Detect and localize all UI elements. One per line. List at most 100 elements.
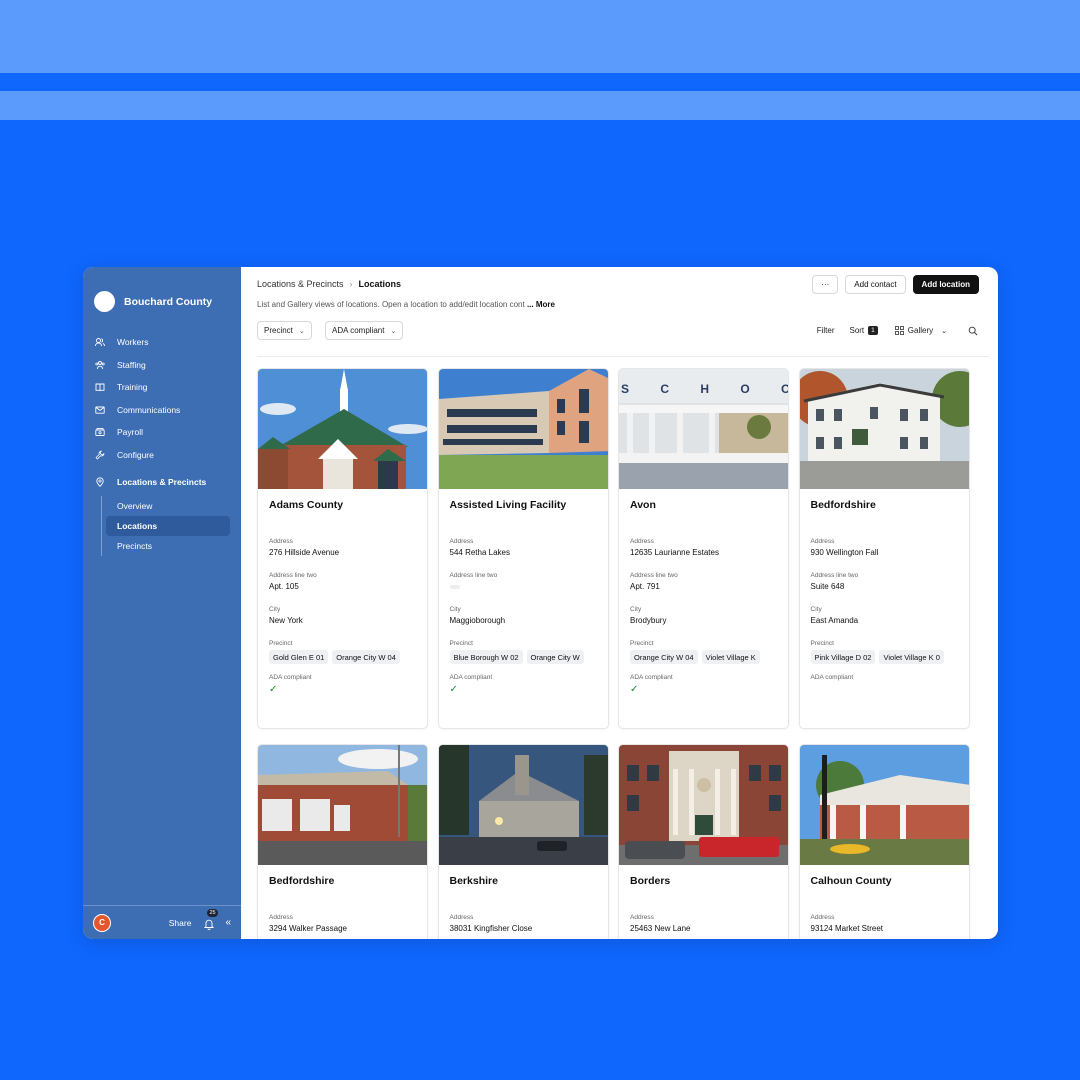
field-label: Address [810,538,835,545]
field-label: ADA compliant [810,674,854,681]
fire-station-photo [258,745,427,865]
background-band-second [0,91,1080,120]
address-value: 276 Hillside Avenue [269,548,340,557]
notification-count-badge: 25 [207,908,218,917]
field-label: Precinct [269,640,293,647]
more-link[interactable]: ... More [527,300,555,309]
add-location-button[interactable]: Add location [912,275,979,294]
precinct-filter-dropdown[interactable]: Precinct ⌄ [257,321,312,340]
search-icon[interactable] [968,326,978,336]
field-label: Address [810,914,835,921]
sidebar: Bouchard County Workers Staffing Trainin… [83,267,241,939]
wrench-icon [95,450,105,460]
sidebar-item-staffing[interactable]: Staffing [83,354,241,377]
ada-empty [811,684,958,696]
book-icon [95,383,105,392]
location-card[interactable]: Berkshire Address 38031 Kingfisher Close [437,744,609,939]
sidebar-subnav: Overview Locations Precincts [101,496,241,556]
precinct-tags: Blue Borough W 02 Orange City W [449,650,597,674]
city-value: East Amanda [810,616,859,625]
location-name: Borders [630,875,671,887]
care-facility-photo [799,745,969,865]
sidebar-item-workers[interactable]: Workers [83,331,241,354]
check-icon: ✓ [630,684,639,695]
school-sign-text: S C H O O L [621,382,789,396]
sidebar-item-overview[interactable]: Overview [106,496,230,516]
card-body: Bedfordshire Address 3294 Walker Passage [258,865,427,939]
sidebar-group-label: Locations & Precincts [117,477,207,487]
field-label: Address [630,914,654,921]
more-options-button[interactable]: ··· [812,275,839,294]
facility-building-photo [438,369,608,489]
brick-building-photo [619,745,788,865]
address-value: 3294 Walker Passage [269,924,347,933]
org-logo [94,291,115,312]
city-value: Brodybury [630,616,667,625]
location-card[interactable]: Borders Address 25463 New Lane [618,744,789,939]
location-card[interactable]: Calhoun County Address 93124 Market Stre… [798,744,970,939]
location-name: Assisted Living Facility [449,499,567,511]
money-icon [95,428,105,437]
sidebar-item-locations[interactable]: Locations [106,516,230,536]
precinct-tag: Blue Borough W 02 [449,650,523,664]
empty-value-placeholder [449,585,460,589]
page-description: List and Gallery views of locations. Ope… [257,300,555,309]
filter-button[interactable]: Filter [817,326,835,335]
sidebar-item-label: Configure [117,449,154,460]
sidebar-item-payroll[interactable]: Payroll [83,421,241,444]
sidebar-group-locations-precincts[interactable]: Locations & Precincts [83,470,241,494]
field-label: Precinct [630,640,654,647]
location-card[interactable]: Assisted Living Facility Address 544 Ret… [437,368,609,729]
chevron-down-icon: ⌄ [390,327,397,335]
location-name: Bedfordshire [810,499,876,511]
sidebar-nav: Workers Staffing Training Communications… [83,331,241,556]
location-name: Calhoun County [810,875,892,887]
grid-icon [894,326,904,335]
field-label: ADA compliant [269,674,312,681]
precinct-tags: Orange City W 04 Violet Village K [630,650,777,674]
field-label: Precinct [810,640,834,647]
add-contact-button[interactable]: Add contact [845,275,906,294]
chevron-down-icon: ⌄ [298,327,305,335]
view-switcher[interactable]: Gallery ⌄ [894,326,947,335]
precinct-tag: Gold Glen E 01 [269,650,329,664]
ada-filter-dropdown[interactable]: ADA compliant ⌄ [325,321,404,340]
location-name: Avon [630,499,656,511]
city-value: New York [269,616,303,625]
field-label: Address [269,914,293,921]
sidebar-item-training[interactable]: Training [83,376,241,399]
share-button[interactable]: Share [169,918,192,928]
sort-button[interactable]: Sort 1 [849,326,878,335]
location-name: Berkshire [449,875,498,887]
field-label: ADA compliant [630,674,673,681]
breadcrumb-current: Locations [358,279,402,289]
precinct-tag: Violet Village K 0 [879,650,944,664]
avatar[interactable]: C [93,913,111,932]
chevron-down-icon: ⌄ [941,327,947,335]
dropdown-label: Precinct [264,326,293,335]
location-card[interactable]: S C H O O L Avon Address 12635 Laurianne… [618,368,789,729]
notifications-button[interactable]: 25 [203,908,218,930]
card-body: Borders Address 25463 New Lane [619,865,788,939]
address2-value [449,582,597,606]
location-card[interactable]: Bedfordshire Address 3294 Walker Passage [257,744,428,939]
location-card[interactable]: Bedfordshire Address 930 Wellington Fall… [798,368,970,729]
sidebar-item-label: Training [117,382,148,393]
sidebar-item-communications[interactable]: Communications [83,399,241,422]
city-value: Maggioborough [449,616,506,625]
collapse-sidebar-icon[interactable]: « [225,917,231,928]
org-header[interactable]: Bouchard County [83,267,241,312]
field-label: City [269,606,281,613]
location-card[interactable]: Adams County Address 276 Hillside Avenue… [257,368,428,729]
team-icon [95,360,105,369]
view-label: Gallery [907,326,934,335]
sidebar-footer: C Share 25 « [83,905,241,939]
org-name: Bouchard County [124,295,213,308]
breadcrumb-parent[interactable]: Locations & Precincts [257,279,344,289]
field-label: City [449,606,461,613]
sidebar-item-configure[interactable]: Configure [83,444,241,467]
address-value: 25463 New Lane [630,924,691,933]
precinct-tags: Gold Glen E 01 Orange City W 04 [269,650,416,674]
sidebar-item-precincts[interactable]: Precincts [106,536,230,556]
background-band-top [0,0,1080,73]
